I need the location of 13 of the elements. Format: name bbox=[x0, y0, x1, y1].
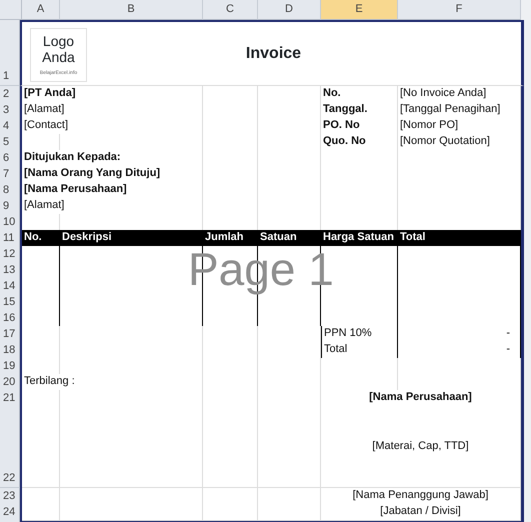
row-header[interactable]: 1 bbox=[0, 20, 20, 86]
column-header[interactable]: A bbox=[22, 0, 60, 20]
select-all-corner[interactable] bbox=[0, 0, 22, 20]
logo-text: Logo Anda bbox=[41, 32, 76, 65]
column-header[interactable]: B bbox=[60, 0, 203, 20]
row-header[interactable]: 24 bbox=[0, 504, 20, 522]
cell-text: [Jabatan / Divisi] bbox=[321, 504, 521, 520]
column-header[interactable]: D bbox=[258, 0, 321, 20]
invoice-title: Invoice bbox=[244, 44, 302, 64]
column-header[interactable]: E bbox=[321, 0, 398, 20]
column-header[interactable]: C bbox=[203, 0, 258, 20]
column-header[interactable]: F bbox=[398, 0, 521, 20]
row-header[interactable]: 22 bbox=[0, 406, 20, 488]
